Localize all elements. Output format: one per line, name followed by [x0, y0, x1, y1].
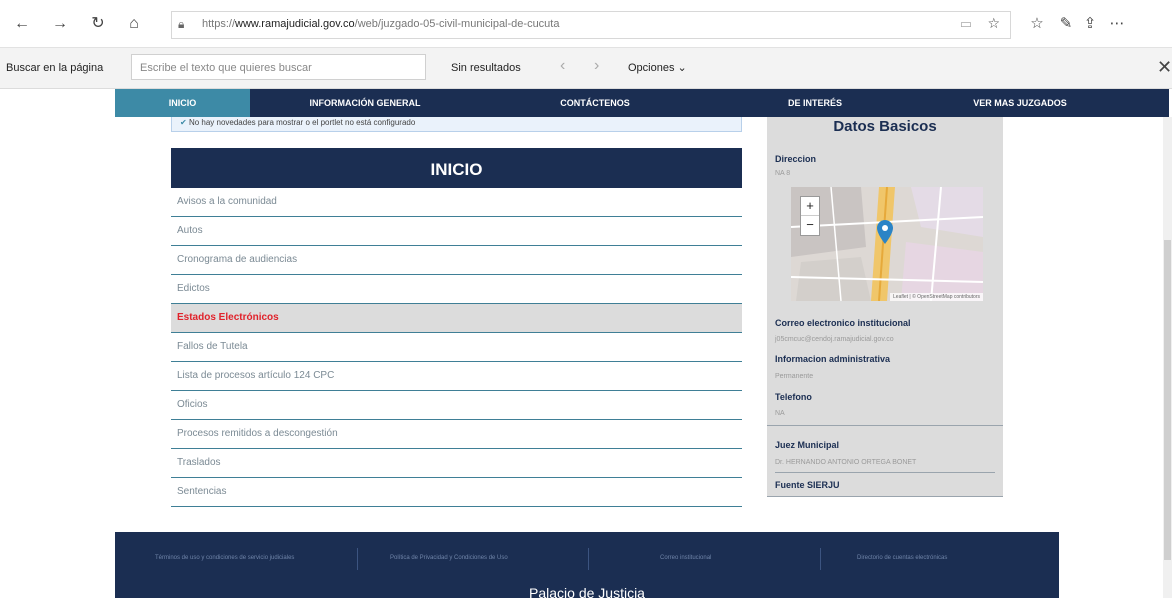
footer-link[interactable]: Política de Privacidad y Condiciones de …: [390, 555, 508, 561]
direccion-label: Direccion: [775, 154, 817, 164]
find-previous-icon[interactable]: ‹: [560, 57, 565, 75]
share-icon[interactable]: ⇪: [1080, 14, 1100, 32]
correo-value: j05cmcuc@cendoj.ramajudicial.gov.co: [775, 336, 894, 343]
map-zoom-out-button[interactable]: −: [801, 215, 819, 234]
footer-link[interactable]: Términos de uso y condiciones de servici…: [155, 555, 294, 561]
find-status: Sin resultados: [451, 62, 521, 74]
panel-menu-item[interactable]: Lista de procesos artículo 124 CPC: [171, 362, 742, 391]
panel-menu-item[interactable]: Fallos de Tutela: [171, 333, 742, 362]
divider: [767, 425, 1003, 426]
footer-title: Palacio de Justicia: [529, 585, 645, 601]
map-zoom-control: + −: [800, 196, 820, 236]
datos-basicos-title: Datos Basicos: [833, 118, 937, 135]
nav-ver-mas-juzgados[interactable]: VER MAS JUZGADOS: [920, 89, 1120, 117]
telefono-label: Telefono: [775, 392, 812, 402]
divider: [588, 548, 589, 570]
site-navigation: INICIO INFORMACIÓN GENERAL CONTÁCTENOS D…: [115, 89, 1169, 117]
forward-arrow-icon[interactable]: →: [50, 14, 70, 34]
location-map[interactable]: + − Leaflet | © OpenStreetMap contributo…: [791, 187, 983, 301]
notes-pen-icon[interactable]: ✎: [1056, 14, 1076, 32]
url-text: https://www.ramajudicial.gov.co/web/juzg…: [202, 18, 560, 30]
correo-label: Correo electronico institucional: [775, 318, 911, 328]
chevron-down-icon: ⌄: [677, 62, 687, 74]
panel-title: INICIO: [171, 148, 742, 188]
portlet-notice: ✔ No hay novedades para mostrar o el por…: [171, 117, 742, 132]
browser-toolbar: ← → ↻ ⌂ 🔒︎ https://www.ramajudicial.gov.…: [0, 0, 1172, 48]
juez-label: Juez Municipal: [775, 440, 840, 450]
telefono-value: NA: [775, 410, 785, 417]
favorites-icon[interactable]: ☆: [1027, 14, 1047, 32]
panel-menu-item[interactable]: Sentencias: [171, 478, 742, 507]
reading-view-icon[interactable]: ▭: [960, 16, 972, 32]
nav-inicio[interactable]: INICIO: [115, 89, 250, 117]
divider: [357, 548, 358, 570]
find-close-icon[interactable]: ✕: [1157, 57, 1172, 78]
panel-menu-item[interactable]: Cronograma de audiencias: [171, 246, 742, 275]
divider: [820, 548, 821, 570]
home-icon[interactable]: ⌂: [124, 14, 144, 34]
panel-menu-item[interactable]: Traslados: [171, 449, 742, 478]
lock-icon: 🔒︎: [178, 17, 185, 31]
panel-menu-item[interactable]: Procesos remitidos a descongestión: [171, 420, 742, 449]
scrollbar-thumb[interactable]: [1164, 240, 1171, 560]
notice-text: No hay novedades para mostrar o el portl…: [188, 118, 416, 127]
back-arrow-icon[interactable]: ←: [12, 14, 32, 34]
panel-menu-item[interactable]: Autos: [171, 217, 742, 246]
panel-menu-item[interactable]: Oficios: [171, 391, 742, 420]
find-input[interactable]: Escribe el texto que quieres buscar: [131, 54, 426, 80]
address-bar[interactable]: 🔒︎ https://www.ramajudicial.gov.co/web/j…: [171, 11, 1011, 39]
refresh-icon[interactable]: ↻: [88, 14, 108, 34]
fuente-label: Fuente SIERJU: [775, 480, 840, 490]
info-icon: ✔: [180, 118, 187, 127]
panel-menu-item[interactable]: Estados Electrónicos: [171, 304, 742, 333]
footer-link[interactable]: Correo institucional: [660, 555, 711, 561]
map-marker-icon[interactable]: [877, 220, 893, 249]
info-admin-label: Informacion administrativa: [775, 354, 891, 364]
juez-value: Dr. HERNANDO ANTONIO ORTEGA BONET: [775, 459, 917, 466]
find-placeholder: Escribe el texto que quieres buscar: [140, 62, 312, 74]
nav-contactenos[interactable]: CONTÁCTENOS: [480, 89, 710, 117]
find-in-page-bar: Buscar en la página Escribe el texto que…: [0, 48, 1172, 89]
panel-menu-item[interactable]: Edictos: [171, 275, 742, 304]
footer-link[interactable]: Directorio de cuentas electrónicas: [857, 555, 947, 561]
favorite-star-icon[interactable]: ☆: [987, 15, 1000, 32]
info-admin-value: Permanente: [775, 373, 814, 380]
more-menu-icon[interactable]: ⋯: [1107, 14, 1127, 32]
nav-informacion-general[interactable]: INFORMACIÓN GENERAL: [250, 89, 480, 117]
panel-menu-item[interactable]: Avisos a la comunidad: [171, 188, 742, 217]
map-attribution: Leaflet | © OpenStreetMap contributors: [890, 293, 983, 301]
find-label: Buscar en la página: [6, 62, 104, 74]
nav-de-interes[interactable]: DE INTERÉS: [710, 89, 920, 117]
find-next-icon[interactable]: ›: [594, 57, 599, 75]
divider: [775, 472, 995, 473]
find-options-button[interactable]: Opciones ⌄: [628, 61, 687, 74]
divider: [767, 496, 1003, 497]
direccion-value: NA 8: [775, 170, 791, 177]
map-zoom-in-button[interactable]: +: [801, 197, 819, 215]
